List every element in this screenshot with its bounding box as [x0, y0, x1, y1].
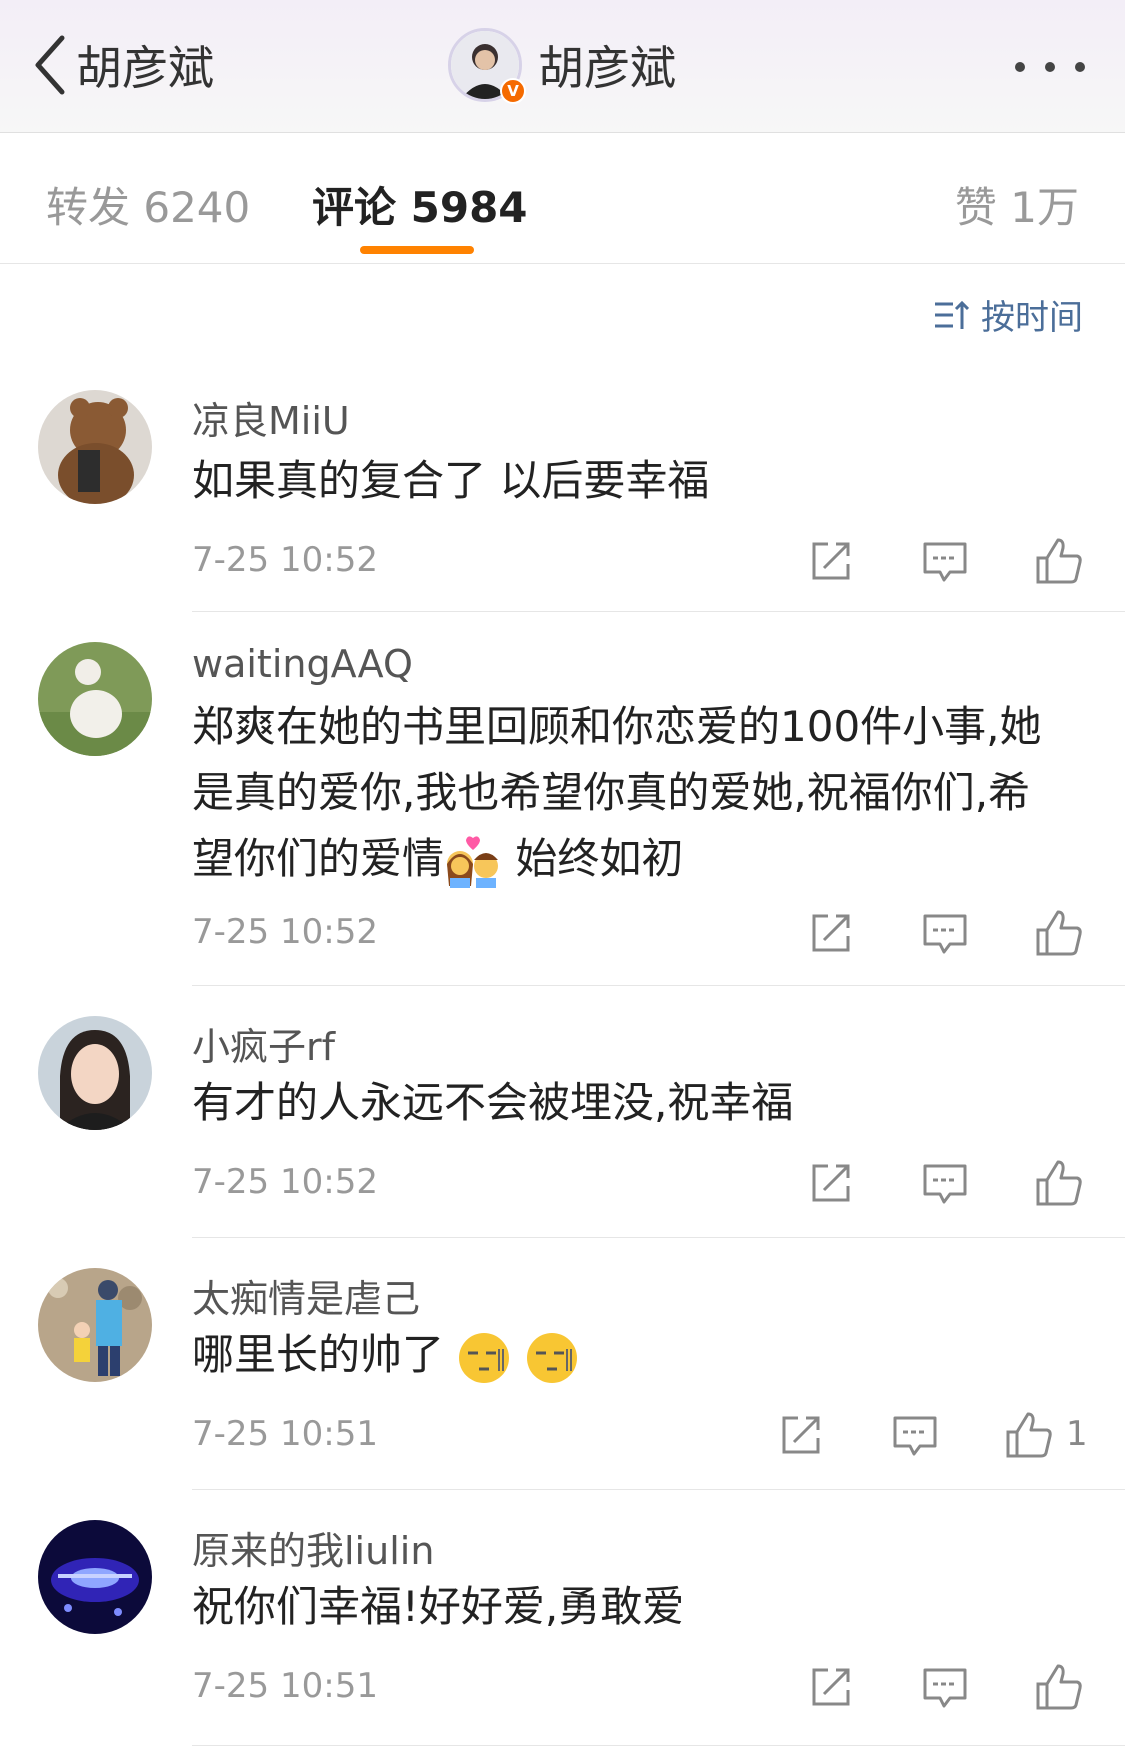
- comment-time: 7-25 10:52: [192, 912, 378, 952]
- avatar[interactable]: [38, 1016, 152, 1130]
- comment-text: 如果真的复合了 以后要幸福: [192, 456, 710, 505]
- nav-bar: 胡彦斌 V 胡彦斌: [0, 0, 1125, 133]
- sort-icon: [935, 300, 969, 329]
- reply-button[interactable]: [920, 1662, 970, 1712]
- like-count: 1: [1066, 1414, 1088, 1454]
- comment-icon: [923, 1164, 967, 1204]
- profile-header[interactable]: V 胡彦斌: [448, 28, 676, 104]
- avatar[interactable]: V: [448, 28, 526, 104]
- like-button[interactable]: [1034, 1662, 1084, 1712]
- comment-time: 7-25 10:51: [192, 1414, 378, 1454]
- reply-button[interactable]: [920, 1158, 970, 1208]
- comment-username[interactable]: 小疯子rf: [192, 1016, 335, 1071]
- share-icon: [812, 542, 850, 580]
- more-button[interactable]: [1015, 55, 1085, 79]
- comment-text: 祝你们幸福!好好爱,勇敢爱: [192, 1582, 685, 1631]
- tab-reposts[interactable]: 转发 6240: [46, 174, 250, 235]
- divider: [192, 1489, 1125, 1490]
- thumbs-up-icon: [1036, 1664, 1082, 1710]
- comment-icon: [923, 914, 967, 954]
- thumbs-up-icon: [1036, 538, 1082, 584]
- back-button[interactable]: 胡彦斌: [30, 30, 214, 100]
- like-button[interactable]: [1034, 536, 1084, 586]
- share-icon: [812, 1668, 850, 1706]
- thumbs-up-icon: [1006, 1412, 1052, 1458]
- share-icon: [782, 1416, 820, 1454]
- divider: [192, 1237, 1125, 1238]
- page-title: 胡彦斌: [538, 41, 676, 95]
- share-button[interactable]: [806, 1158, 856, 1208]
- like-button[interactable]: [1004, 1410, 1054, 1460]
- thumbs-up-icon: [1036, 1160, 1082, 1206]
- comment-text: 哪里长的帅了: [192, 1322, 1072, 1388]
- avatar[interactable]: [38, 1520, 152, 1634]
- share-button[interactable]: [806, 1662, 856, 1712]
- divider: [192, 1745, 1125, 1746]
- more-dot: [1075, 62, 1085, 72]
- divider: [192, 611, 1125, 612]
- thumbs-up-icon: [1036, 910, 1082, 956]
- comment-username[interactable]: 太痴情是虐己: [192, 1268, 420, 1323]
- share-button[interactable]: [806, 536, 856, 586]
- active-tab-indicator: [360, 246, 474, 254]
- tab-likes[interactable]: 赞 1万: [955, 174, 1079, 235]
- comment-time: 7-25 10:52: [192, 540, 378, 580]
- sort-label: 按时间: [981, 298, 1083, 338]
- like-button[interactable]: [1034, 908, 1084, 958]
- back-label: 胡彦斌: [76, 41, 214, 95]
- reply-button[interactable]: [920, 908, 970, 958]
- tab-bar: 转发 6240 评论 5984 赞 1万: [0, 134, 1125, 264]
- comment-text-part: 始终如初: [515, 834, 684, 883]
- comment-username[interactable]: waitingAAQ: [192, 642, 413, 686]
- share-button[interactable]: [806, 908, 856, 958]
- speechless-face-emoji-icon: [526, 1332, 577, 1383]
- more-dot: [1045, 62, 1055, 72]
- like-button[interactable]: [1034, 1158, 1084, 1208]
- couple-heart-emoji-icon: [447, 835, 499, 888]
- reply-button[interactable]: [890, 1410, 940, 1460]
- speechless-face-emoji-icon: [459, 1332, 510, 1383]
- avatar[interactable]: [38, 1268, 152, 1382]
- sort-by-time-button[interactable]: 按时间: [933, 290, 1083, 339]
- verified-badge: V: [500, 78, 526, 104]
- tab-comments[interactable]: 评论 5984: [312, 174, 528, 235]
- reply-button[interactable]: [920, 536, 970, 586]
- comment-icon: [893, 1416, 937, 1456]
- comment-text: 郑爽在她的书里回顾和你恋爱的100件小事,她是真的爱你,我也希望你真的爱她,祝福…: [192, 694, 1072, 892]
- comment-icon: [923, 542, 967, 582]
- comment-icon: [923, 1668, 967, 1708]
- share-button[interactable]: [776, 1410, 826, 1460]
- comment-time: 7-25 10:51: [192, 1666, 378, 1706]
- avatar[interactable]: [38, 642, 152, 756]
- comment-text: 有才的人永远不会被埋没,祝幸福: [192, 1078, 794, 1127]
- avatar[interactable]: [38, 390, 152, 504]
- share-icon: [812, 1164, 850, 1202]
- share-icon: [812, 914, 850, 952]
- comment-username[interactable]: 凉良MiiU: [192, 390, 350, 445]
- comment-username[interactable]: 原来的我liulin: [192, 1520, 434, 1575]
- comment-text-part: 哪里长的帅了: [192, 1330, 445, 1379]
- divider: [192, 985, 1125, 986]
- more-dot: [1015, 62, 1025, 72]
- comment-time: 7-25 10:52: [192, 1162, 378, 1202]
- chevron-left-icon: [35, 35, 65, 95]
